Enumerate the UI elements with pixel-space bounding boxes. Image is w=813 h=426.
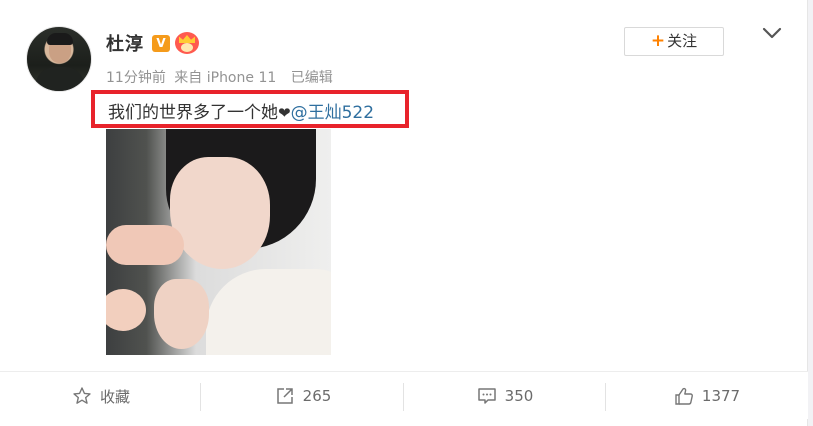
comment-count: 350	[504, 387, 534, 405]
follow-label: 关注	[667, 32, 698, 50]
post-time[interactable]: 11分钟前	[106, 70, 166, 86]
heart-icon: ❤	[278, 104, 291, 122]
photo-hand	[154, 279, 209, 349]
username[interactable]: 杜淳	[106, 30, 144, 56]
repost-count: 265	[302, 387, 332, 405]
repost-icon	[276, 388, 293, 404]
star-icon	[73, 387, 91, 404]
avatar-figure-body	[35, 67, 85, 91]
avatar[interactable]	[26, 26, 92, 92]
photo-face	[170, 157, 270, 269]
favorite-button[interactable]: 收藏	[0, 372, 202, 420]
repost-button[interactable]: 265	[202, 372, 404, 420]
action-bar: 收藏 265 350 1377	[0, 371, 808, 419]
avatar-figure-hair	[47, 33, 73, 45]
post-text-highlighted: 我们的世界多了一个她❤@王灿522	[91, 90, 409, 128]
comment-button[interactable]: 350	[404, 372, 606, 420]
action-divider	[200, 383, 201, 411]
like-button[interactable]: 1377	[606, 372, 808, 420]
post-photo[interactable]	[106, 129, 331, 355]
plus-icon: +	[650, 31, 666, 51]
favorite-label: 收藏	[99, 387, 130, 406]
post-source: 来自 iPhone 11	[174, 70, 277, 86]
comment-icon	[477, 388, 496, 404]
follow-button[interactable]: + 关注	[624, 27, 724, 56]
photo-shirt	[206, 269, 331, 355]
post-meta: 11分钟前 来自 iPhone 11 已编辑	[106, 67, 337, 87]
photo-baby-foot-lower	[106, 289, 146, 331]
photo-baby-foot	[106, 225, 184, 265]
like-count: 1377	[701, 387, 741, 405]
edited-label[interactable]: 已编辑	[291, 70, 333, 86]
post-text: 我们的世界多了一个她	[108, 103, 278, 123]
mention-link[interactable]: @王灿522	[291, 103, 374, 123]
chevron-down-icon[interactable]	[762, 26, 782, 40]
verified-v-icon[interactable]: V	[152, 35, 170, 52]
vip-crown-icon[interactable]	[175, 32, 199, 54]
thumbs-up-icon	[675, 387, 693, 405]
weibo-post-card: 杜淳 V 11分钟前 来自 iPhone 11 已编辑 + 关注 我们的世界多了一…	[0, 0, 808, 426]
